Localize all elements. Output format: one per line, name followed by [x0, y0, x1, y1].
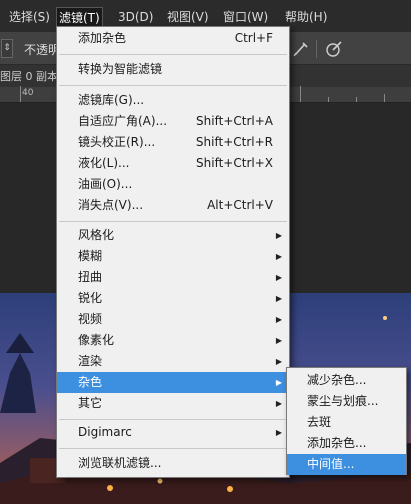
- opacity-label: 不透明: [24, 43, 61, 57]
- menu-separator: [59, 54, 287, 55]
- submenu-arrow-icon: ▶: [275, 428, 282, 437]
- menu-item-render[interactable]: 渲染 ▶: [57, 351, 289, 372]
- menu-item-blur[interactable]: 模糊 ▶: [57, 246, 289, 267]
- ruler-tick: [384, 94, 385, 102]
- opacity-stepper[interactable]: ⇕: [1, 39, 13, 58]
- menu-item-liquify[interactable]: 液化(L)... Shift+Ctrl+X: [57, 153, 289, 174]
- submenu-arrow-icon: ▶: [275, 357, 282, 366]
- submenu-arrow-icon: ▶: [275, 336, 282, 345]
- menu-item-pixelate[interactable]: 像素化 ▶: [57, 330, 289, 351]
- submenu-arrow-icon: ▶: [275, 273, 282, 282]
- menu-item-last-filter[interactable]: 添加杂色 Ctrl+F: [57, 28, 289, 49]
- menu-filter[interactable]: 滤镜(T): [56, 7, 103, 27]
- menu-item-digimarc[interactable]: Digimarc ▶: [57, 422, 289, 443]
- menu-separator: [59, 419, 287, 420]
- options-divider: [316, 40, 317, 58]
- menu-separator: [59, 221, 287, 222]
- ruler-tick: [300, 86, 301, 102]
- ruler-tick: [356, 97, 357, 102]
- menu-item-vanishing-point[interactable]: 消失点(V)... Alt+Ctrl+V: [57, 195, 289, 216]
- menu-select[interactable]: 选择(S): [7, 7, 52, 27]
- menu-item-noise[interactable]: 杂色 ▶: [57, 372, 289, 393]
- submenu-arrow-icon: ▶: [275, 231, 282, 240]
- menu-item-stylize[interactable]: 风格化 ▶: [57, 225, 289, 246]
- ruler-label: 40: [22, 88, 34, 98]
- ruler-tick: [20, 86, 21, 102]
- menu-view[interactable]: 视图(V): [165, 7, 211, 27]
- menu-item-distort[interactable]: 扭曲 ▶: [57, 267, 289, 288]
- submenu-item-despeckle[interactable]: 去斑: [287, 412, 406, 433]
- menu-item-browse-filters-online[interactable]: 浏览联机滤镜...: [57, 453, 289, 474]
- submenu-arrow-icon: ▶: [275, 399, 282, 408]
- filter-menu: 添加杂色 Ctrl+F 转换为智能滤镜 滤镜库(G)... 自适应广角(A)..…: [56, 26, 290, 478]
- noise-submenu: 减少杂色... 蒙尘与划痕... 去斑 添加杂色... 中间值...: [286, 367, 407, 475]
- document-tab[interactable]: 图层 0 副本: [0, 68, 58, 84]
- submenu-item-add-noise[interactable]: 添加杂色...: [287, 433, 406, 454]
- menu-item-adaptive-wide-angle[interactable]: 自适应广角(A)... Shift+Ctrl+A: [57, 111, 289, 132]
- menu-item-oil-paint[interactable]: 油画(O)...: [57, 174, 289, 195]
- menu-item-filter-gallery[interactable]: 滤镜库(G)...: [57, 90, 289, 111]
- menu-item-other[interactable]: 其它 ▶: [57, 393, 289, 414]
- submenu-item-dust-scratches[interactable]: 蒙尘与划痕...: [287, 391, 406, 412]
- brush-icon[interactable]: [292, 40, 310, 58]
- menu-3d[interactable]: 3D(D): [116, 7, 155, 27]
- menu-item-sharpen[interactable]: 锐化 ▶: [57, 288, 289, 309]
- submenu-arrow-icon: ▶: [275, 315, 282, 324]
- menu-item-video[interactable]: 视频 ▶: [57, 309, 289, 330]
- menu-help[interactable]: 帮助(H): [283, 7, 329, 27]
- submenu-item-median[interactable]: 中间值...: [287, 454, 406, 475]
- menu-separator: [59, 85, 287, 86]
- menu-item-convert-smart-filter[interactable]: 转换为智能滤镜: [57, 59, 289, 80]
- submenu-arrow-icon: ▶: [275, 294, 282, 303]
- ruler-tick: [328, 97, 329, 102]
- submenu-arrow-icon: ▶: [275, 252, 282, 261]
- menu-item-lens-correction[interactable]: 镜头校正(R)... Shift+Ctrl+R: [57, 132, 289, 153]
- stylus-pressure-icon[interactable]: [324, 39, 344, 59]
- submenu-arrow-icon: ▶: [275, 378, 282, 387]
- menu-separator: [59, 448, 287, 449]
- submenu-item-reduce-noise[interactable]: 减少杂色...: [287, 370, 406, 391]
- menu-window[interactable]: 窗口(W): [221, 7, 270, 27]
